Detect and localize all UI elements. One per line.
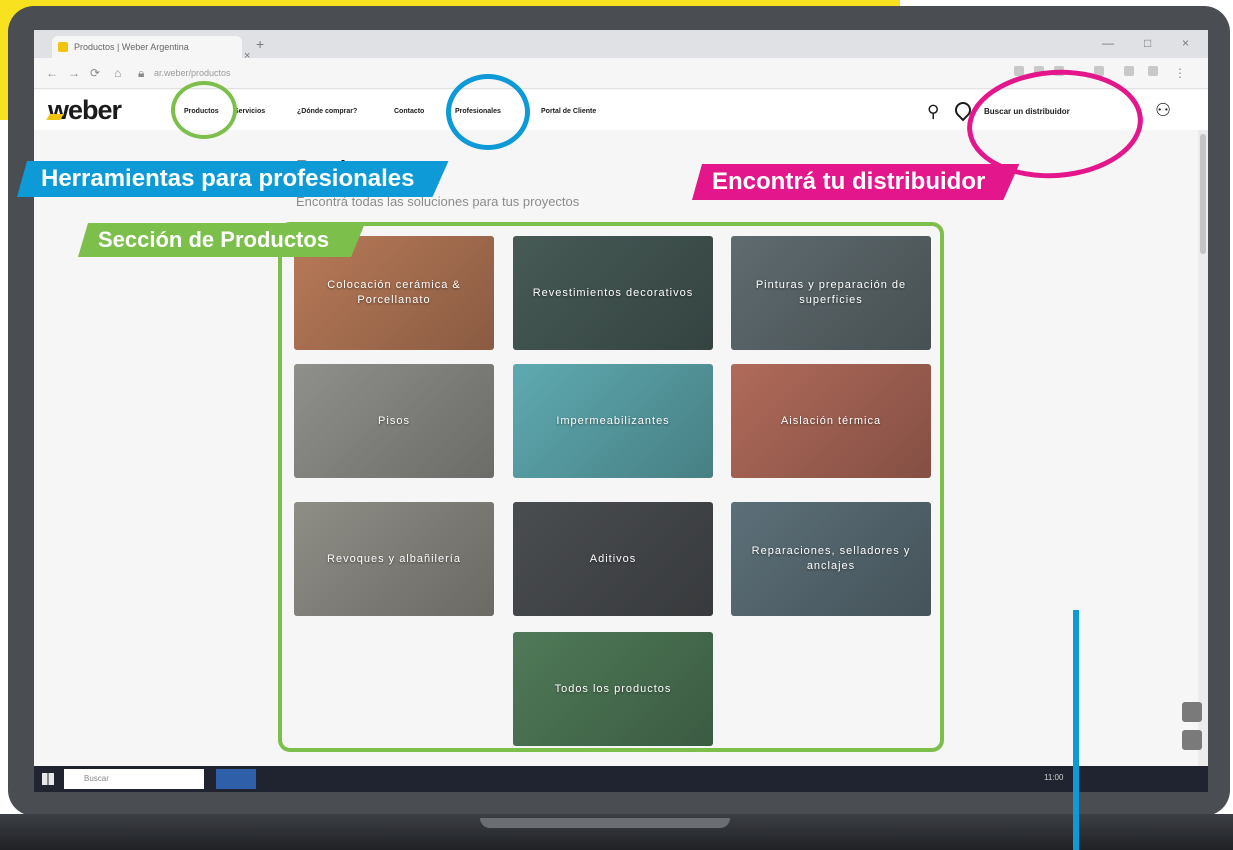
callout-line <box>1073 610 1079 850</box>
lock-icon: 🔒︎ <box>138 66 145 80</box>
floating-action-button[interactable] <box>1182 702 1202 722</box>
nav-servicios[interactable]: Servicios <box>234 108 265 115</box>
forward-arrow-icon[interactable]: → <box>68 66 80 80</box>
minimize-button[interactable]: — <box>1102 36 1114 50</box>
reload-icon[interactable]: ⟳ <box>90 66 100 80</box>
browser-tab[interactable]: Productos | Weber Argentina × <box>52 36 250 62</box>
os-taskbar: Buscar 11:00 <box>34 766 1208 792</box>
profile-icon[interactable] <box>1148 66 1158 76</box>
url-field[interactable]: ar.weber/productos <box>154 64 934 82</box>
search-icon[interactable]: ⚲ <box>927 102 939 122</box>
favicon-icon <box>58 42 68 52</box>
nav-donde-comprar[interactable]: ¿Dónde comprar? <box>297 108 357 115</box>
home-icon[interactable]: ⌂ <box>114 66 121 80</box>
products-section-label: Sección de Productos <box>78 223 365 257</box>
profesionales-nav-highlight <box>446 74 530 150</box>
browser-tab-bar: Productos | Weber Argentina × + — □ × <box>34 30 1208 62</box>
browser-menu-icon[interactable]: ⋮ <box>1174 66 1186 80</box>
nav-contacto[interactable]: Contacto <box>394 108 424 115</box>
maximize-button[interactable]: □ <box>1144 36 1151 50</box>
products-section-highlight <box>278 222 944 752</box>
taskbar-app-icon[interactable] <box>216 769 256 789</box>
sidebar-icon[interactable] <box>1124 66 1134 76</box>
find-distributor-label: Encontrá tu distribuidor <box>692 164 1019 200</box>
laptop-hinge-notch <box>480 818 730 828</box>
floating-action-button[interactable] <box>1182 730 1202 750</box>
windows-start-icon[interactable] <box>42 773 54 785</box>
productos-nav-highlight <box>171 81 237 139</box>
system-tray-clock: 11:00 <box>1044 773 1064 782</box>
professionals-tools-label: Herramientas para profesionales <box>17 161 449 197</box>
new-tab-button[interactable]: + <box>256 36 264 52</box>
nav-portal-cliente[interactable]: Portal de Cliente <box>541 108 596 115</box>
scrollbar-thumb[interactable] <box>1200 134 1206 254</box>
close-window-button[interactable]: × <box>1182 36 1189 50</box>
back-arrow-icon[interactable]: ← <box>46 66 58 80</box>
tab-title: Productos | Weber Argentina <box>74 42 189 52</box>
weber-logo[interactable]: weber <box>48 95 122 126</box>
user-icon[interactable]: ⚇ <box>1155 100 1171 121</box>
taskbar-search-input[interactable]: Buscar <box>64 769 204 789</box>
